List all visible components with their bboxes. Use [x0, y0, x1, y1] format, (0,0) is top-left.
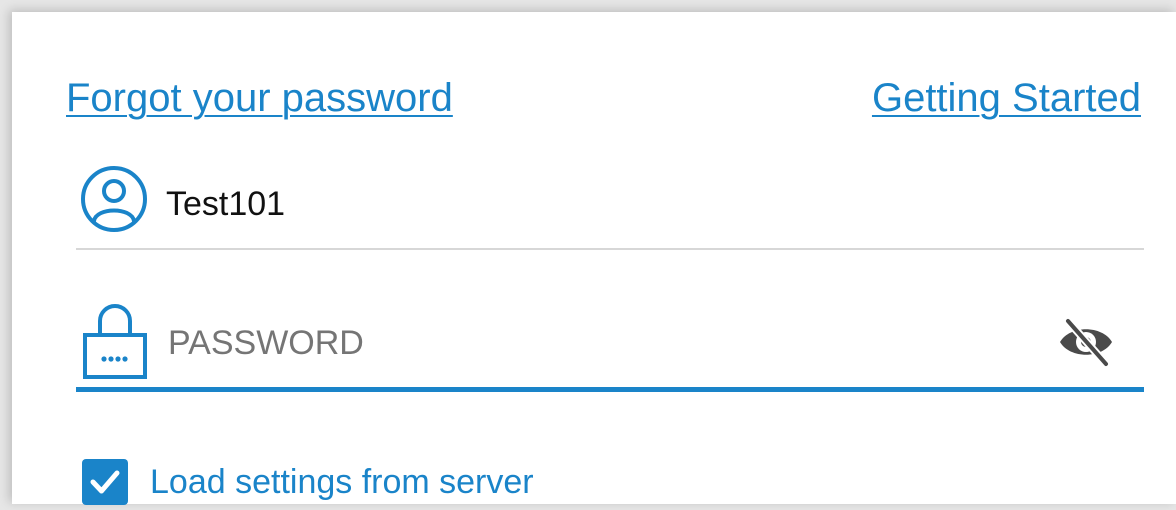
load-settings-checkbox-row[interactable]: Load settings from server: [82, 454, 534, 510]
checkbox-checked-icon[interactable]: [82, 459, 128, 505]
login-panel: Forgot your password Getting Started Tes…: [12, 12, 1176, 505]
eye-off-icon[interactable]: [1058, 317, 1114, 372]
password-field: [76, 297, 1144, 397]
password-underline: [76, 387, 1144, 392]
getting-started-link[interactable]: Getting Started: [872, 76, 1141, 121]
lock-icon: [82, 301, 148, 386]
username-input[interactable]: [166, 180, 1066, 228]
user-circle-icon: [80, 165, 148, 238]
load-settings-label: Load settings from server: [150, 462, 534, 501]
password-input[interactable]: [168, 319, 1018, 367]
username-underline: [76, 248, 1144, 250]
forgot-password-link[interactable]: Forgot your password: [66, 76, 453, 121]
username-field: [76, 162, 1144, 254]
